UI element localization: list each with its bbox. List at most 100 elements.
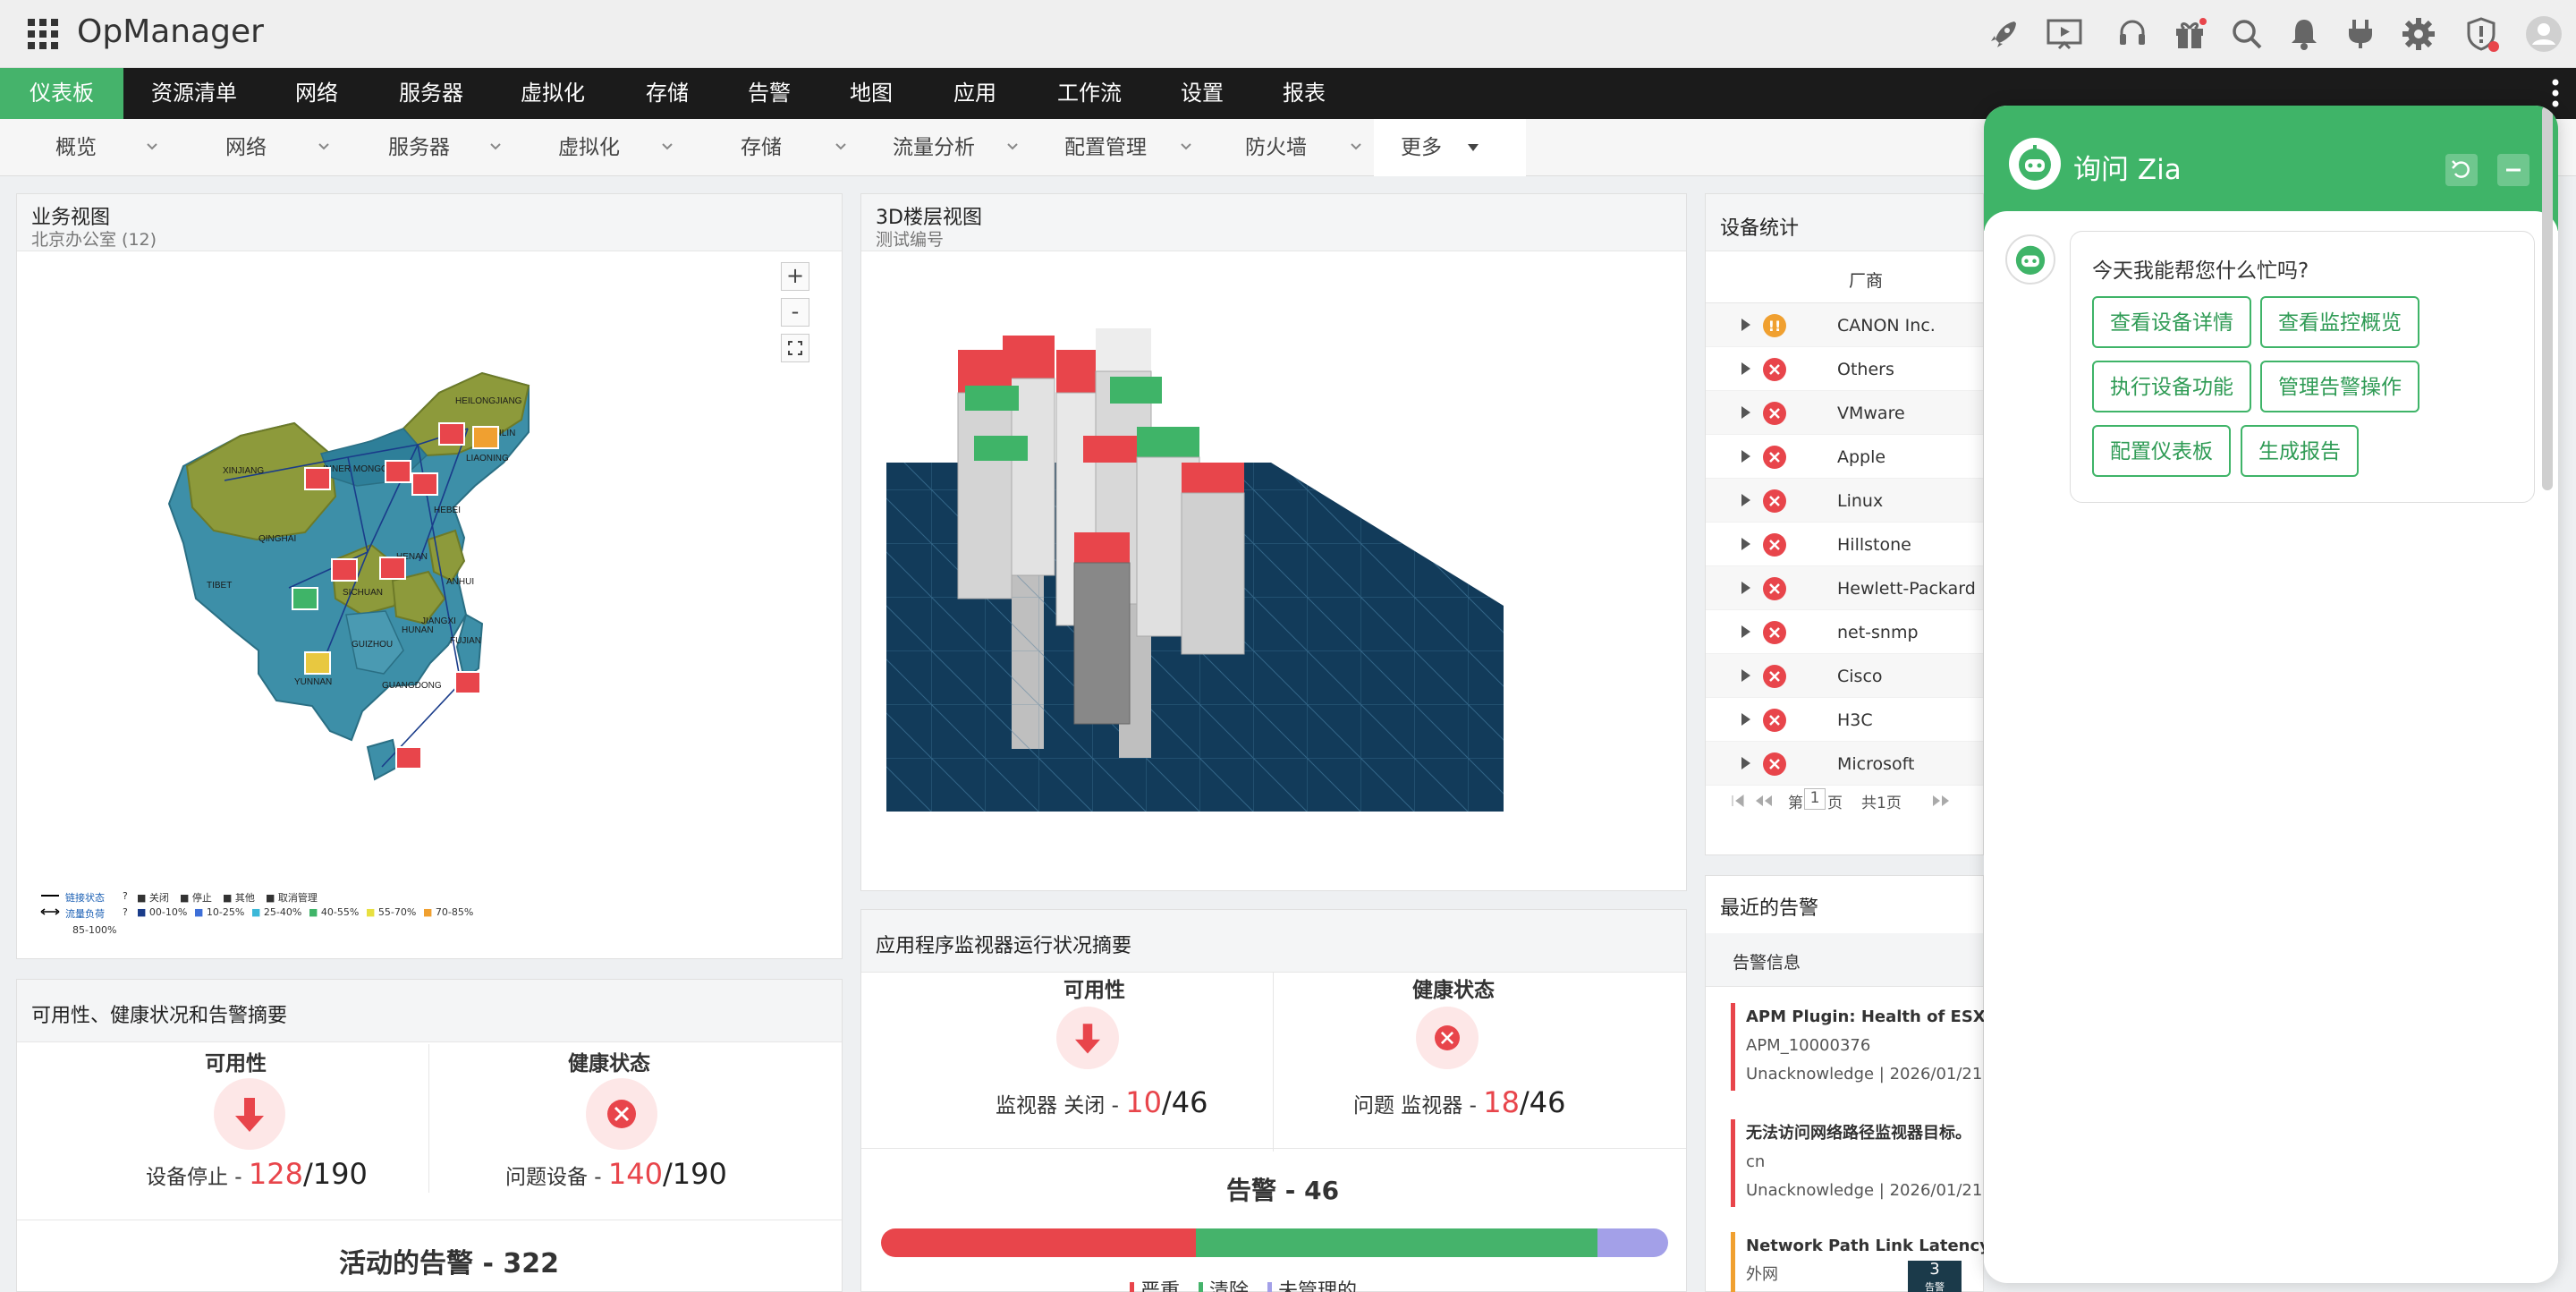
devices-down-stat[interactable]: 设备停止 - 128/190: [146, 1157, 368, 1191]
vendor-row[interactable]: Hillstone: [1706, 523, 1983, 566]
subnav-overview[interactable]: 概览: [55, 119, 97, 176]
suggestion-view-device-details[interactable]: 查看设备详情: [2092, 296, 2251, 348]
suggestion-execute-device-functions[interactable]: 执行设备功能: [2092, 361, 2251, 412]
expand-icon[interactable]: [1741, 494, 1750, 506]
caret-down-icon[interactable]: [1467, 143, 1479, 152]
expand-icon[interactable]: [1741, 319, 1750, 331]
error-icon: [1763, 402, 1786, 425]
legend-help-2[interactable]: ?: [123, 906, 128, 918]
warning-icon: !!: [1763, 314, 1786, 337]
expand-icon[interactable]: [1741, 582, 1750, 594]
subnav-firewall[interactable]: 防火墙: [1245, 119, 1307, 176]
vendor-row[interactable]: Apple: [1706, 435, 1983, 479]
expand-icon[interactable]: [1741, 406, 1750, 419]
floor-3d-scene[interactable]: [877, 328, 1521, 865]
nav-settings[interactable]: 设置: [1157, 68, 1247, 119]
problem-monitors-stat[interactable]: 问题 监视器 - 18/46: [1353, 1085, 1565, 1119]
fullscreen-icon[interactable]: [781, 334, 809, 362]
vendor-row[interactable]: Hewlett-Packard: [1706, 566, 1983, 610]
nav-virtualization[interactable]: 虚拟化: [508, 68, 597, 119]
nav-apps[interactable]: 应用: [930, 68, 1020, 119]
suggestion-view-monitoring-overview[interactable]: 查看监控概览: [2260, 296, 2419, 348]
zoom-in-button[interactable]: +: [781, 262, 809, 291]
bar-segment-unmanaged[interactable]: [1597, 1228, 1668, 1257]
active-alarms[interactable]: 活动的告警 - 322: [339, 1241, 559, 1280]
suggestion-manage-alarm-actions[interactable]: 管理告警操作: [2260, 361, 2419, 412]
minimize-icon[interactable]: [2497, 154, 2529, 186]
plug-icon[interactable]: [2342, 14, 2381, 54]
problem-devices-stat[interactable]: 问题设备 - 140/190: [505, 1157, 727, 1191]
subnav-servers[interactable]: 服务器: [388, 119, 450, 176]
security-alert-icon[interactable]: [2462, 14, 2501, 54]
vendor-row[interactable]: Linux: [1706, 479, 1983, 523]
alarm-severity-bar[interactable]: [881, 1228, 1668, 1257]
headset-icon[interactable]: [2113, 14, 2152, 54]
legend-help[interactable]: ?: [123, 890, 128, 902]
alarm-item[interactable]: APM Plugin: Health of ESXi100 APM_100003…: [1731, 1003, 1990, 1091]
vendor-row[interactable]: net-snmp: [1706, 610, 1983, 654]
nav-dashboard[interactable]: 仪表板: [0, 68, 123, 119]
expand-icon[interactable]: [1741, 713, 1750, 726]
suggestion-configure-dashboard[interactable]: 配置仪表板: [2092, 425, 2231, 477]
expand-icon[interactable]: [1741, 757, 1750, 769]
subnav-more[interactable]: 更多: [1401, 119, 1442, 176]
expand-icon[interactable]: [1741, 625, 1750, 638]
subnav-storage[interactable]: 存储: [741, 119, 782, 176]
refresh-icon[interactable]: [2445, 154, 2478, 186]
page-input[interactable]: 1: [1804, 788, 1826, 810]
vendor-row[interactable]: Cisco: [1706, 654, 1983, 698]
rocket-icon[interactable]: [1984, 14, 2023, 54]
expand-icon[interactable]: [1741, 450, 1750, 463]
expand-icon[interactable]: [1741, 538, 1750, 550]
column-header-vendor[interactable]: 厂商: [1849, 268, 1883, 292]
zoom-out-button[interactable]: -: [781, 298, 809, 327]
vendor-row[interactable]: H3C: [1706, 698, 1983, 742]
prev-page-icon[interactable]: [1754, 794, 1775, 808]
chevron-down-icon[interactable]: [1351, 143, 1361, 150]
expand-icon[interactable]: [1741, 362, 1750, 375]
chevron-down-icon[interactable]: [318, 143, 329, 150]
nav-maps[interactable]: 地图: [826, 68, 916, 119]
monitors-down-stat[interactable]: 监视器 关闭 - 10/46: [996, 1085, 1208, 1119]
expand-icon[interactable]: [1741, 669, 1750, 682]
nav-workflow[interactable]: 工作流: [1045, 68, 1134, 119]
alarm-source: cn: [1746, 1152, 1766, 1171]
nav-storage[interactable]: 存储: [623, 68, 712, 119]
nav-servers[interactable]: 服务器: [386, 68, 476, 119]
subnav-flow-analysis[interactable]: 流量分析: [893, 119, 975, 176]
bar-segment-clear[interactable]: [1196, 1228, 1597, 1257]
gear-icon[interactable]: [2399, 14, 2438, 54]
bell-icon[interactable]: [2284, 14, 2324, 54]
subnav-network[interactable]: 网络: [225, 119, 267, 176]
vendor-row[interactable]: Microsoft: [1706, 742, 1983, 786]
vendor-row[interactable]: Others: [1706, 347, 1983, 391]
first-page-icon[interactable]: [1731, 794, 1745, 808]
more-vertical-icon[interactable]: [2551, 77, 2560, 109]
gift-icon[interactable]: [2170, 14, 2209, 54]
nav-network[interactable]: 网络: [272, 68, 361, 119]
chevron-down-icon[interactable]: [662, 143, 673, 150]
scrollbar[interactable]: [2542, 106, 2553, 490]
avatar[interactable]: [2524, 14, 2563, 54]
chevron-down-icon[interactable]: [147, 143, 157, 150]
chevron-down-icon[interactable]: [490, 143, 501, 150]
vendor-row[interactable]: VMware: [1706, 391, 1983, 435]
alarm-item[interactable]: 无法访问网络路径监视器目标。 cn Unacknowledge | 2026/0…: [1731, 1119, 1990, 1207]
bar-segment-critical[interactable]: [881, 1228, 1196, 1257]
next-page-icon[interactable]: [1929, 794, 1951, 808]
alarm-count-badge[interactable]: 3 告警: [1908, 1261, 1962, 1292]
subnav-config-management[interactable]: 配置管理: [1064, 119, 1147, 176]
search-icon[interactable]: [2227, 14, 2267, 54]
nav-alarms[interactable]: 告警: [724, 68, 814, 119]
nav-inventory[interactable]: 资源清单: [134, 68, 254, 119]
column-header-alarm-info[interactable]: 告警信息: [1733, 949, 1801, 973]
chevron-down-icon[interactable]: [1181, 143, 1191, 150]
subnav-virtualization[interactable]: 虚拟化: [558, 119, 620, 176]
presentation-icon[interactable]: [2045, 14, 2084, 54]
chevron-down-icon[interactable]: [1007, 143, 1018, 150]
chevron-down-icon[interactable]: [835, 143, 846, 150]
vendor-row[interactable]: !! CANON Inc.: [1706, 303, 1983, 347]
nav-reports[interactable]: 报表: [1259, 68, 1349, 119]
suggestion-generate-report[interactable]: 生成报告: [2241, 425, 2359, 477]
apps-grid-icon[interactable]: [27, 18, 59, 50]
